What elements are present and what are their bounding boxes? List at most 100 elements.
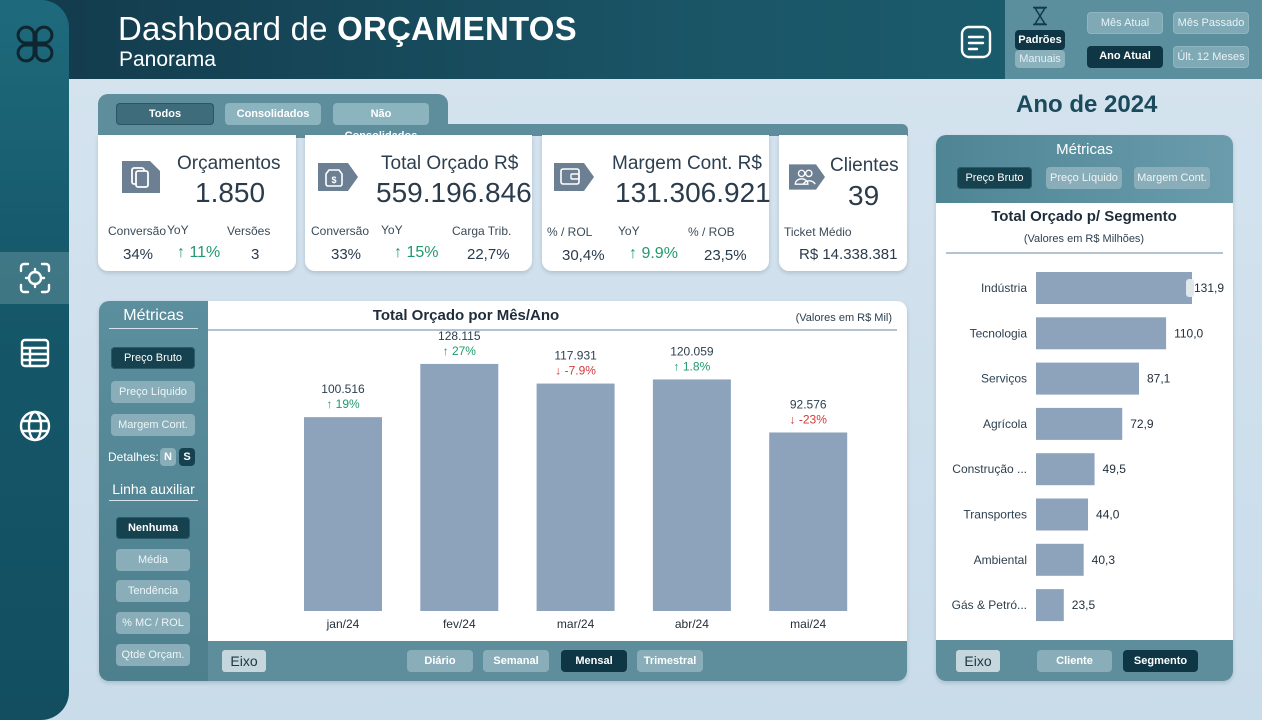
segment-bar[interactable] [1036, 498, 1089, 531]
month-bar[interactable] [304, 417, 382, 611]
focus-target-icon [19, 262, 50, 294]
segment-metric-preco-bruto-button[interactable]: Preço Bruto [957, 167, 1032, 189]
app-logo-icon [16, 25, 54, 63]
bar-yoy-label: ↓ -7.9% [555, 364, 596, 378]
monthly-chart-panel: Métricas Preço Bruto Preço Líquido Marge… [99, 301, 907, 681]
segment-bar[interactable] [1036, 453, 1095, 486]
granularity-quarterly-button[interactable]: Trimestral [637, 650, 703, 672]
granularity-monthly-button[interactable]: Mensal [561, 650, 627, 672]
segment-bar-chart: Total Orçado p/ Segmento (Valores em R$ … [946, 208, 1224, 622]
month-bar[interactable] [420, 363, 499, 611]
hourglass-icon [1033, 6, 1047, 26]
segment-category-label: Ambiental [974, 553, 1027, 567]
segment-bar[interactable] [1036, 272, 1192, 304]
bar-value-label: 120.059 [670, 344, 714, 358]
details-no-button[interactable]: N [160, 448, 176, 466]
aux-tendencia-button[interactable]: Tendência [116, 580, 190, 602]
kpi-value-conversao: 34% [123, 246, 154, 263]
bar-value-label: 92.576 [790, 397, 827, 411]
granularity-weekly-button[interactable]: Semanal [483, 650, 549, 672]
kpi-label-rob: % / ROB [688, 225, 735, 239]
chart-subtitle: (Valores em R$ Mil) [796, 312, 892, 324]
kpi-value: 1.850 [195, 177, 266, 208]
segment-bar[interactable] [1036, 317, 1167, 350]
segment-value-label: 131,9 [1194, 281, 1224, 295]
segment-metric-preco-liquido-button[interactable]: Preço Líquido [1046, 167, 1122, 189]
period-mode-default-button[interactable]: Padrões [1015, 30, 1065, 50]
current-year-button[interactable]: Ano Atual [1087, 46, 1163, 68]
axis-label: Eixo [222, 650, 266, 672]
tab-todos[interactable]: Todos [116, 103, 214, 125]
segment-axis-label: Eixo [956, 650, 1000, 672]
month-tick-label: fev/24 [443, 617, 476, 631]
segment-value-label: 110,0 [1174, 326, 1203, 340]
tab-nao-consolidados[interactable]: Não Consolidados [333, 103, 429, 142]
chart-axis-bar: Eixo Diário Semanal Mensal Trimestral [208, 641, 907, 681]
period-mode-manual-button[interactable]: Manuais [1015, 50, 1065, 68]
kpi-title: Clientes [830, 155, 899, 176]
kpi-title: Margem Cont. R$ [612, 153, 762, 174]
axis-cliente-button[interactable]: Cliente [1037, 650, 1112, 672]
month-bar[interactable] [769, 432, 848, 611]
page-subtitle: Panorama [119, 48, 216, 71]
metric-margem-button[interactable]: Margem Cont. [111, 414, 195, 436]
chart-options-panel: Métricas Preço Bruto Preço Líquido Marge… [99, 301, 208, 681]
segment-chart-panel: Métricas Preço Bruto Preço Líquido Marge… [936, 135, 1233, 681]
aux-qtde-button[interactable]: Qtde Orçam. [116, 644, 190, 666]
aux-line-title: Linha auxiliar [109, 481, 198, 501]
segment-value-label: 72,9 [1130, 417, 1154, 431]
kpi-value-versoes: 3 [251, 246, 260, 263]
details-yes-button[interactable]: S [179, 448, 195, 466]
kpi-value: 39 [848, 180, 880, 211]
aux-none-button[interactable]: Nenhuma [116, 517, 190, 539]
nav-overview[interactable] [0, 252, 69, 304]
money-bag-icon: $ [318, 163, 358, 191]
kpi-value-rol: 30,4% [562, 247, 605, 264]
month-tick-label: mar/24 [557, 617, 595, 631]
segment-value-label: 87,1 [1147, 372, 1171, 386]
table-icon [20, 338, 49, 368]
kpi-label-yoy: YoY [618, 224, 640, 238]
kpi-label-rol: % / ROL [547, 225, 593, 239]
bar-yoy-label: ↑ 19% [326, 397, 360, 411]
last-month-button[interactable]: Mês Passado [1173, 12, 1249, 34]
segment-selection-marker [1186, 279, 1194, 297]
document-icon[interactable] [958, 24, 994, 60]
globe-icon [19, 410, 50, 442]
aux-media-button[interactable]: Média [116, 549, 190, 571]
segment-bar[interactable] [1036, 407, 1123, 440]
budget-document-icon [122, 161, 160, 193]
month-bar[interactable] [536, 383, 615, 611]
segment-metric-margem-button[interactable]: Margem Cont. [1134, 167, 1210, 189]
kpi-value-ticket: R$ 14.338.381 [799, 246, 898, 263]
nav-globe[interactable] [0, 400, 69, 452]
granularity-daily-button[interactable]: Diário [407, 650, 473, 672]
segment-bar[interactable] [1036, 589, 1064, 622]
kpi-label-conversao: Conversão [311, 224, 370, 238]
tab-consolidados[interactable]: Consolidados [225, 103, 321, 125]
kpi-value-conversao: 33% [331, 246, 362, 263]
kpi-value-carga-trib: 22,7% [467, 246, 510, 263]
bar-value-label: 128.115 [438, 329, 481, 343]
segment-bar[interactable] [1036, 543, 1084, 576]
last-12-months-button[interactable]: Últ. 12 Meses [1173, 46, 1249, 68]
month-tick-label: abr/24 [675, 617, 709, 631]
month-bar[interactable] [652, 379, 731, 611]
current-month-button[interactable]: Mês Atual [1087, 12, 1163, 34]
kpi-value-yoy: ↑ 15% [394, 244, 439, 261]
segment-axis-bar: Eixo Cliente Segmento [936, 640, 1233, 681]
segment-bar[interactable] [1036, 362, 1140, 395]
kpi-label-ticket: Ticket Médio [784, 225, 852, 239]
metrics-title: Métricas [109, 307, 198, 329]
segment-chart-subtitle: (Valores em R$ Milhões) [1024, 233, 1144, 245]
chart-title: Total Orçado por Mês/Ano [373, 307, 559, 324]
nav-table[interactable] [0, 327, 69, 379]
axis-segmento-button[interactable]: Segmento [1123, 650, 1198, 672]
kpi-value: 131.306.921 [615, 177, 771, 208]
kpi-card-clientes: Clientes 39 Ticket Médio R$ 14.338.381 [779, 135, 907, 271]
bar-yoy-label: ↑ 27% [443, 344, 477, 358]
svg-text:$: $ [331, 175, 336, 185]
metric-preco-liquido-button[interactable]: Preço Líquido [111, 381, 195, 403]
aux-mc-rol-button[interactable]: % MC / ROL [116, 612, 190, 634]
metric-preco-bruto-button[interactable]: Preço Bruto [111, 347, 195, 369]
